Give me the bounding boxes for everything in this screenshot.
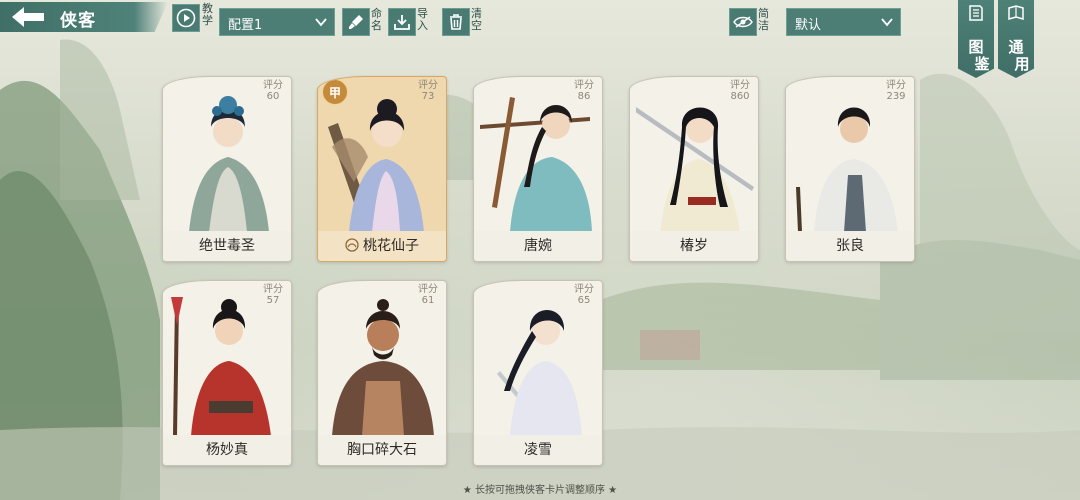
hero-name: 胸口碎大石 [318,435,446,465]
brush-icon [349,15,363,29]
score-display: 评分 57 [263,284,283,306]
score-value: 860 [730,91,750,102]
atlas-tab[interactable]: 图 鉴 [958,0,994,78]
drag-hint: ★ 长按可拖拽侠客卡片调整顺序 ★ [462,485,618,496]
hero-name: 张良 [786,231,914,261]
score-label: 评分 [730,80,750,91]
chevron-down-icon [315,18,327,27]
score-display: 评分 239 [886,80,906,102]
download-icon [394,15,410,30]
eye-hidden-icon [733,16,753,28]
clear-button[interactable] [442,8,470,36]
hero-portrait [332,299,434,436]
hero-portrait [497,310,582,436]
hero-card[interactable]: 评分 61 胸口碎大石 [317,280,447,466]
score-label: 评分 [574,80,594,91]
score-display: 评分 65 [574,284,594,306]
hero-name: 绝世毒圣 [163,231,291,261]
score-value: 73 [421,91,435,102]
score-label: 评分 [886,80,906,91]
score-display: 评分 86 [574,80,594,102]
score-display: 评分 860 [730,80,750,102]
sort-select[interactable]: 默认 [786,8,901,36]
score-label: 评分 [574,284,594,295]
hero-name: 桃花仙子 [363,238,419,254]
sort-select-value: 默认 [795,18,822,33]
score-label: 评分 [263,80,283,91]
hero-card[interactable]: 评分 65 凌雪 [473,280,603,466]
rename-button[interactable] [342,8,370,36]
page-title: 侠客 [60,11,96,31]
import-button[interactable] [388,8,416,36]
book-icon [969,5,983,21]
hero-card-selected[interactable]: 甲 评分 73 桃花仙子 [317,76,447,262]
tutorial-label: 教学 [202,2,213,27]
score-value: 239 [886,91,906,102]
hero-portrait [796,107,898,232]
top-bar: 侠客 教学 配置1 命名 导入 清空 简洁 默认 图 鉴 通 用 [0,0,1080,78]
hero-name-row: 桃花仙子 [318,231,446,261]
score-value: 57 [266,295,280,306]
scroll-book-icon [1008,5,1024,20]
score-value: 60 [266,91,280,102]
trash-icon [450,14,462,30]
hero-portrait [328,99,424,232]
sect-emblem-icon [345,238,359,252]
chevron-down-icon [881,18,893,27]
config-select[interactable]: 配置1 [219,8,335,36]
simple-mode-button[interactable] [729,8,757,36]
back-arrow-icon[interactable] [8,4,48,30]
score-display: 评分 73 [418,80,438,102]
hero-card[interactable]: 评分 60 绝世毒圣 [162,76,292,262]
config-select-value: 配置1 [228,18,263,33]
score-display: 评分 60 [263,80,283,102]
score-value: 61 [421,295,435,306]
hero-name: 凌雪 [474,435,602,465]
score-value: 86 [577,91,591,102]
hero-portrait [189,96,269,232]
hero-name: 杨妙真 [163,435,291,465]
simple-mode-label: 简洁 [758,7,769,32]
score-label: 评分 [263,284,283,295]
score-display: 评分 61 [418,284,438,306]
hero-name: 唐婉 [474,231,602,261]
hero-portrait [636,107,754,232]
hero-portrait [480,97,592,232]
hero-name: 椿岁 [630,231,758,261]
score-value: 65 [577,295,591,306]
hero-card[interactable]: 评分 239 张良 [785,76,915,262]
tutorial-button[interactable] [172,4,200,32]
hero-card[interactable]: 评分 86 唐婉 [473,76,603,262]
general-tab[interactable]: 通 用 [998,0,1034,78]
score-label: 评分 [418,80,438,91]
hero-card[interactable]: 评分 57 杨妙真 [162,280,292,466]
import-label: 导入 [417,7,428,32]
rename-label: 命名 [371,7,382,32]
score-label: 评分 [418,284,438,295]
grade-badge: 甲 [322,79,348,105]
hero-portrait [171,297,271,436]
hero-card[interactable]: 评分 860 椿岁 [629,76,759,262]
clear-label: 清空 [471,7,482,32]
play-icon [176,8,196,28]
